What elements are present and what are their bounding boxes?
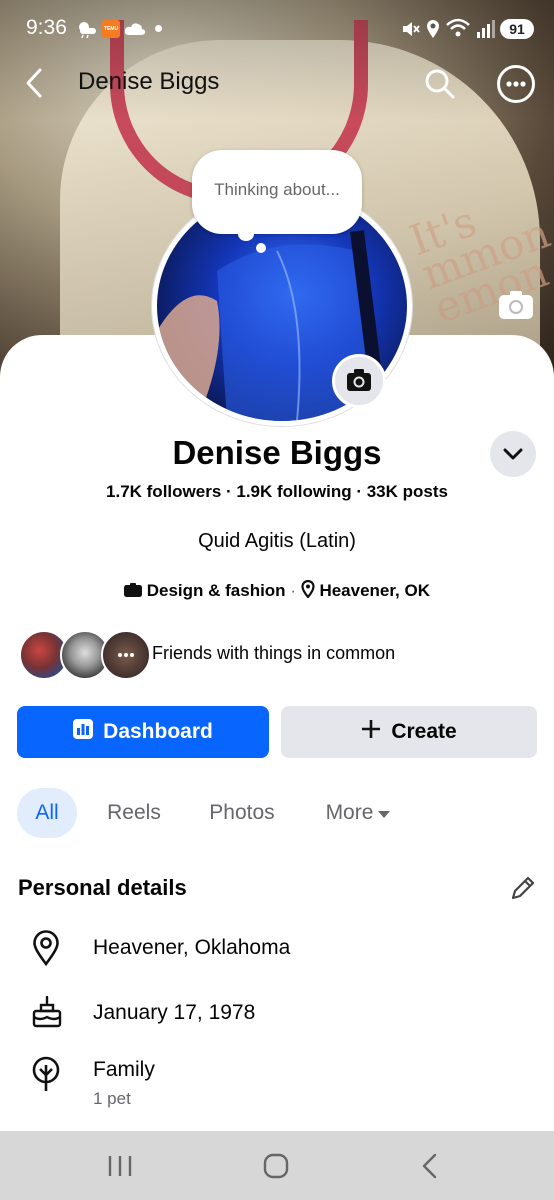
tab-reels[interactable]: Reels <box>100 788 168 838</box>
tab-more[interactable]: More <box>318 788 398 838</box>
status-time: 9:36 <box>26 16 67 39</box>
dashboard-button[interactable]: Dashboard <box>17 706 269 758</box>
profile-stats[interactable]: 1.7K followers · 1.9K following · 33K po… <box>0 482 554 502</box>
tab-all[interactable]: All <box>17 788 77 838</box>
ellipsis-icon <box>506 81 526 87</box>
detail-family: Family <box>93 1058 155 1081</box>
recent-apps-button[interactable] <box>106 1153 134 1184</box>
friend-avatar-more[interactable] <box>101 630 151 680</box>
thought-bubble-dot <box>238 227 254 241</box>
thought-bubble-dot-small <box>256 243 266 253</box>
location-pin-icon <box>301 579 315 603</box>
tab-photos[interactable]: Photos <box>200 788 284 838</box>
profile-name: Denise Biggs <box>172 434 382 471</box>
personal-details-title: Personal details <box>18 875 187 900</box>
more-options-button[interactable] <box>497 65 535 103</box>
back-button[interactable] <box>20 66 50 100</box>
create-button[interactable]: Create <box>281 706 537 758</box>
friends-in-common[interactable]: Friends with things in common <box>152 643 395 664</box>
avatar-camera-button[interactable] <box>332 354 386 408</box>
dashboard-label: Dashboard <box>103 720 213 743</box>
profile-meta: Design & fashion · Heavener, OK <box>0 579 554 603</box>
thought-placeholder: Thinking about... <box>214 180 340 199</box>
birthday-cake-icon <box>32 995 62 1033</box>
create-label: Create <box>391 720 457 743</box>
ellipsis-icon <box>118 653 134 657</box>
home-button[interactable] <box>262 1152 290 1185</box>
camera-icon <box>347 369 371 391</box>
caret-down-icon <box>378 801 391 825</box>
location-icon <box>32 930 60 971</box>
status-bar: 9:36 TEMU 91 <box>0 0 554 58</box>
detail-location: Heavener, Oklahoma <box>93 936 291 959</box>
signal-icon <box>476 20 496 43</box>
detail-family-sub: 1 pet <box>93 1089 131 1108</box>
thought-bubble[interactable]: Thinking about... <box>192 150 362 234</box>
temu-icon: TEMU <box>102 20 120 38</box>
detail-birthday: January 17, 1978 <box>93 1001 256 1024</box>
page-title: Denise Biggs <box>78 68 220 95</box>
chevron-down-icon <box>503 448 523 460</box>
briefcase-icon <box>123 582 142 602</box>
profile-dropdown-button[interactable] <box>490 431 536 477</box>
wifi-icon <box>446 18 470 43</box>
battery-indicator: 91 <box>500 19 534 39</box>
family-tree-icon <box>32 1056 60 1097</box>
profile-bio: Quid Agitis (Latin) <box>198 530 356 552</box>
profile-location: Heavener, OK <box>319 581 430 600</box>
cloud-icon <box>124 22 146 41</box>
cover-camera-icon[interactable] <box>498 290 534 320</box>
mute-icon <box>400 19 420 44</box>
search-icon <box>425 69 455 99</box>
dashboard-icon <box>73 719 94 745</box>
system-back-button[interactable] <box>420 1153 440 1184</box>
weather-icon <box>76 20 98 43</box>
profile-category: Design & fashion <box>146 581 286 600</box>
system-nav-bar <box>0 1131 554 1200</box>
tab-more-label: More <box>325 801 374 824</box>
pencil-icon <box>511 876 535 900</box>
location-status-icon <box>426 19 440 44</box>
edit-details-button[interactable] <box>508 874 536 904</box>
dot-icon <box>155 25 162 32</box>
search-button[interactable] <box>422 66 458 102</box>
plus-icon <box>361 719 381 745</box>
